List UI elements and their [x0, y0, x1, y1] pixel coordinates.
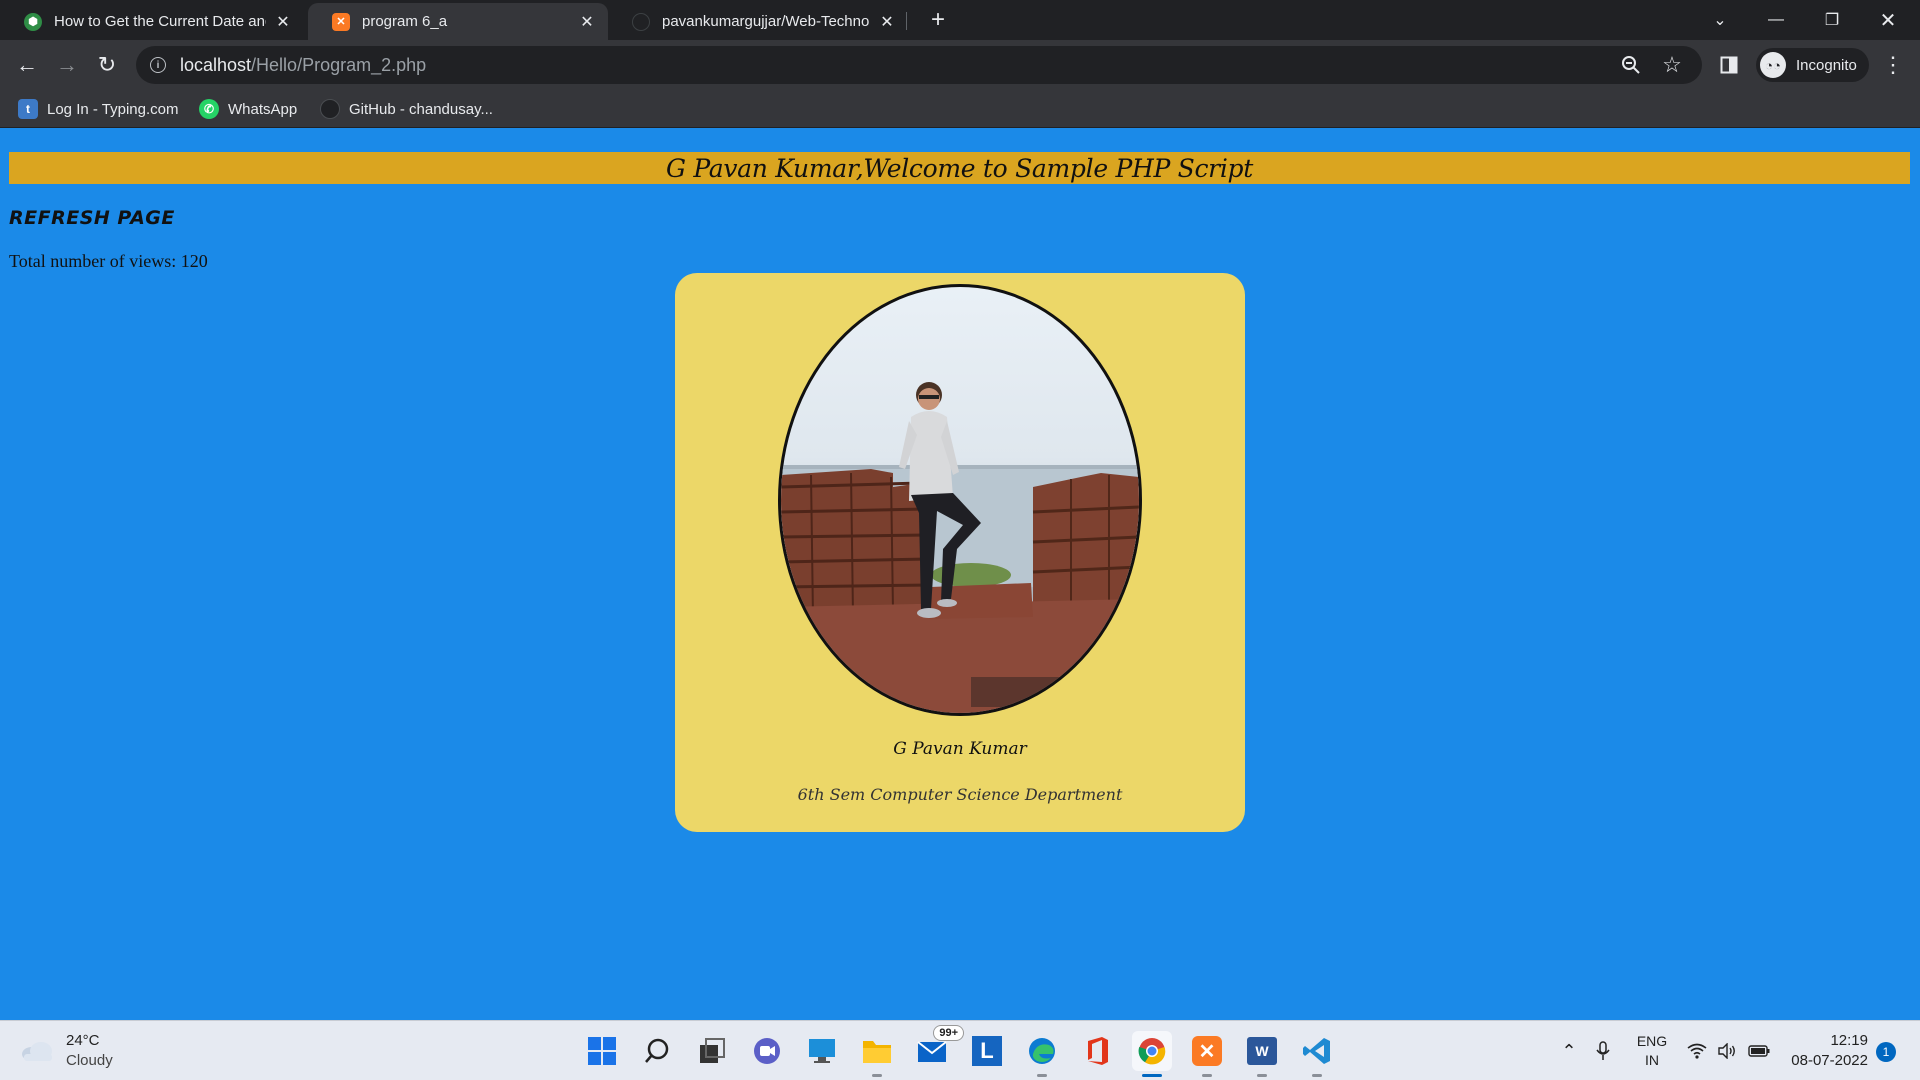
tab-title: How to Get the Current Date and	[54, 13, 266, 30]
close-window-button[interactable]: ✕	[1860, 0, 1916, 40]
address-bar[interactable]: i localhost/Hello/Program_2.php ☆	[136, 46, 1702, 84]
weather-widget[interactable]: 24°C Cloudy	[20, 1031, 113, 1071]
office-icon[interactable]	[1077, 1031, 1117, 1071]
vscode-icon[interactable]	[1297, 1031, 1337, 1077]
xampp-icon[interactable]: ✕	[1187, 1031, 1227, 1077]
browser-tab-strip: ⬢ How to Get the Current Date and ✕ ✕ pr…	[0, 0, 1920, 40]
geeks-icon: ⬢	[24, 12, 42, 31]
github-icon	[632, 12, 650, 31]
running-indicator	[1257, 1074, 1267, 1077]
wifi-icon[interactable]	[1684, 1021, 1710, 1080]
edge-browser-icon[interactable]	[1022, 1031, 1062, 1077]
bookmark-whatsapp[interactable]: ✆ WhatsApp	[199, 90, 297, 128]
close-tab-icon[interactable]: ✕	[274, 13, 292, 31]
system-clock[interactable]: 12:19 08-07-2022	[1784, 1031, 1868, 1071]
windows-logo-icon	[588, 1037, 616, 1065]
profile-photo	[778, 284, 1142, 716]
xampp-logo-icon: ✕	[1192, 1036, 1222, 1066]
banner-title: G Pavan Kumar,Welcome to Sample PHP Scri…	[666, 153, 1253, 183]
refresh-page-link[interactable]: REFRESH PAGE	[9, 207, 175, 229]
windows-taskbar: 24°C Cloudy 99+ L ✕ W ⌃ ENG IN 12:19 08-…	[0, 1020, 1920, 1080]
running-indicator	[1202, 1074, 1212, 1077]
welcome-banner: G Pavan Kumar,Welcome to Sample PHP Scri…	[9, 152, 1910, 184]
search-icon[interactable]	[637, 1031, 677, 1071]
tab-title: pavankumargujjar/Web-Technolo	[662, 13, 870, 30]
side-panel-icon[interactable]	[1712, 48, 1746, 82]
bookmarks-bar: t Log In - Typing.com ✆ WhatsApp GitHub …	[0, 90, 1920, 128]
teams-chat-icon[interactable]	[747, 1031, 787, 1071]
weather-desc: Cloudy	[66, 1052, 113, 1069]
tab-title: program 6_a	[362, 13, 448, 30]
bookmark-typing[interactable]: t Log In - Typing.com	[18, 90, 178, 128]
show-hidden-icons-chevron-icon[interactable]: ⌃	[1556, 1021, 1582, 1080]
incognito-label: Incognito	[1796, 56, 1857, 74]
running-indicator	[1037, 1074, 1047, 1077]
site-info-icon[interactable]: i	[150, 57, 166, 73]
lang-top: ENG	[1636, 1033, 1668, 1049]
xampp-icon: ✕	[332, 12, 350, 31]
menu-kebab-icon[interactable]: ⋮	[1876, 48, 1910, 82]
weather-temp: 24°C	[66, 1032, 100, 1049]
cloud-icon	[22, 1042, 52, 1061]
file-explorer-icon[interactable]	[857, 1031, 897, 1077]
view-counter: Total number of views: 120	[9, 251, 208, 271]
profile-photo-illustration	[781, 382, 1139, 713]
page-content: G Pavan Kumar,Welcome to Sample PHP Scri…	[0, 128, 1920, 1020]
microphone-icon[interactable]	[1590, 1021, 1616, 1080]
browser-toolbar: ← → ↻ i localhost/Hello/Program_2.php ☆ …	[0, 40, 1920, 90]
reload-button[interactable]: ↻	[90, 48, 124, 82]
bookmark-label: GitHub - chandusay...	[349, 100, 493, 118]
bookmark-github[interactable]: GitHub - chandusay...	[320, 90, 493, 128]
notification-badge[interactable]: 1	[1876, 1042, 1896, 1062]
bookmark-label: Log In - Typing.com	[47, 100, 179, 118]
bookmark-star-icon[interactable]: ☆	[1657, 46, 1687, 84]
desktop-icon[interactable]	[802, 1031, 842, 1071]
restore-button[interactable]: ❐	[1804, 0, 1860, 40]
url-path: /Hello/Program_2.php	[251, 54, 427, 75]
word-icon[interactable]: W	[1242, 1031, 1282, 1077]
tab-program-6a[interactable]: ✕ program 6_a ✕	[308, 3, 608, 40]
minimize-button[interactable]: —	[1748, 0, 1804, 40]
active-indicator	[1142, 1074, 1162, 1077]
typing-icon: t	[18, 99, 38, 119]
l-app-icon: L	[972, 1036, 1002, 1066]
profile-card: G Pavan Kumar 6th Sem Computer Science D…	[675, 273, 1245, 832]
battery-icon[interactable]	[1745, 1021, 1773, 1080]
lang-bottom: IN	[1645, 1052, 1659, 1068]
mail-badge: 99+	[933, 1025, 964, 1041]
launcher-l-icon[interactable]: L	[967, 1031, 1007, 1071]
url-host: localhost	[180, 54, 252, 75]
start-button[interactable]	[582, 1031, 622, 1071]
word-logo-icon: W	[1247, 1037, 1277, 1065]
forward-button[interactable]: →	[50, 48, 84, 82]
close-tab-icon[interactable]: ✕	[878, 13, 896, 31]
running-indicator	[1312, 1074, 1322, 1077]
tab-search-chevron-icon[interactable]: ⌄	[1692, 0, 1748, 40]
chrome-browser-icon[interactable]	[1132, 1031, 1172, 1077]
tab-github[interactable]: pavankumargujjar/Web-Technolo ✕	[608, 3, 908, 40]
new-tab-button[interactable]: +	[924, 6, 952, 34]
clock-date: 08-07-2022	[1791, 1052, 1868, 1069]
profile-name: G Pavan Kumar	[893, 739, 1027, 759]
close-tab-icon[interactable]: ✕	[578, 13, 596, 31]
back-button[interactable]: ←	[10, 48, 44, 82]
profile-department: 6th Sem Computer Science Department	[797, 785, 1123, 804]
mail-icon[interactable]: 99+	[912, 1025, 964, 1071]
incognito-profile-button[interactable]: ◔◔ Incognito	[1756, 48, 1869, 82]
clock-time: 12:19	[1830, 1032, 1868, 1049]
whatsapp-icon: ✆	[199, 99, 219, 119]
volume-icon[interactable]	[1714, 1021, 1740, 1080]
tab-geeks[interactable]: ⬢ How to Get the Current Date and ✕	[0, 3, 304, 40]
tab-separator	[906, 12, 907, 30]
bookmark-label: WhatsApp	[228, 100, 298, 118]
incognito-icon: ◔◔	[1760, 52, 1786, 78]
zoom-icon[interactable]	[1616, 46, 1646, 84]
github-icon	[320, 99, 340, 119]
language-indicator[interactable]: ENG IN	[1630, 1021, 1674, 1080]
running-indicator	[872, 1074, 882, 1077]
task-view-icon[interactable]	[692, 1031, 732, 1071]
